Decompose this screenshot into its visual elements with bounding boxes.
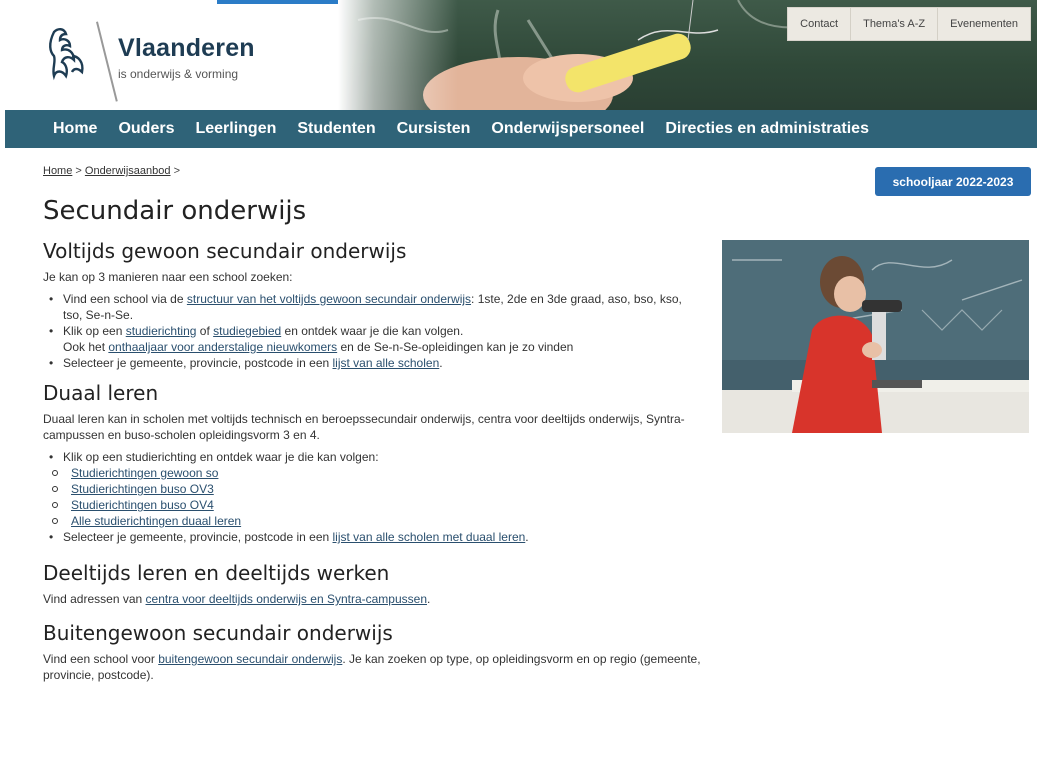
breadcrumb-onderwijsaanbod-link[interactable]: Onderwijsaanbod (85, 165, 171, 177)
list-item: Klik op een studierichting of studiegebi… (43, 323, 703, 355)
studierichtingen-buso-ov4-link[interactable]: Studierichtingen buso OV4 (71, 498, 214, 512)
breadcrumb-separator: > (72, 165, 85, 177)
school-year-button[interactable]: schooljaar 2022-2023 (875, 167, 1031, 196)
nav-item-onderwijspersoneel[interactable]: Onderwijspersoneel (491, 120, 644, 138)
centra-deeltijds-link[interactable]: centra voor deeltijds onderwijs en Syntr… (146, 592, 427, 606)
lijst-scholen-link[interactable]: lijst van alle scholen (333, 356, 440, 370)
list-item: Vind een school via de structuur van het… (43, 291, 703, 323)
nav-item-ouders[interactable]: Ouders (118, 120, 174, 138)
breadcrumb-separator: > (170, 165, 180, 177)
breadcrumb: Home > Onderwijsaanbod > (43, 165, 703, 177)
page-title: Secundair onderwijs (43, 196, 307, 226)
duaal-intro: Duaal leren kan in scholen met voltijds … (43, 412, 685, 442)
alle-studierichtingen-link[interactable]: Alle studierichtingen duaal leren (71, 514, 241, 528)
list-item: Klik op een studierichting en ontdek waa… (43, 449, 703, 529)
main-content: Home > Onderwijsaanbod > Secundair onder… (43, 160, 703, 683)
duaal-list: Klik op een studierichting en ontdek waa… (43, 449, 703, 545)
list-item: Alle studierichtingen duaal leren (43, 513, 703, 529)
student-microscope-photo (722, 240, 1029, 433)
list-item: Studierichtingen buso OV4 (43, 497, 703, 513)
structuur-link[interactable]: structuur van het voltijds gewoon secund… (187, 292, 471, 306)
nav-item-studenten[interactable]: Studenten (297, 120, 375, 138)
nav-item-home[interactable]: Home (53, 120, 97, 138)
vlaanderen-logo[interactable]: Vlaanderen is onderwijs & vorming (44, 21, 304, 102)
section-heading-buitengewoon: Buitengewoon secundair onderwijs (43, 621, 393, 645)
breadcrumb-home-link[interactable]: Home (43, 165, 72, 177)
studierichtingen-buso-ov3-link[interactable]: Studierichtingen buso OV3 (71, 482, 214, 496)
list-item: Studierichtingen gewoon so (43, 465, 703, 481)
buitengewoon-text: Vind een school voor buitengewoon secund… (43, 652, 701, 682)
studierichtingen-gewoon-so-link[interactable]: Studierichtingen gewoon so (71, 466, 218, 480)
contact-link[interactable]: Contact (788, 8, 852, 40)
onthaaljaar-link[interactable]: onthaaljaar voor anderstalige nieuwkomer… (108, 340, 337, 354)
voltijds-list: Vind een school via de structuur van het… (43, 291, 703, 371)
lijst-scholen-duaal-link[interactable]: lijst van alle scholen met duaal leren (333, 530, 526, 544)
flemish-lion-icon (49, 28, 84, 81)
deeltijds-text: Vind adressen van centra voor deeltijds … (43, 592, 431, 606)
duaal-sublist: Studierichtingen gewoon so Studierichtin… (43, 465, 703, 529)
studiegebied-link[interactable]: studiegebied (213, 324, 281, 338)
voltijds-intro: Je kan op 3 manieren naar een school zoe… (43, 270, 293, 284)
list-item: Selecteer je gemeente, provincie, postco… (43, 529, 703, 545)
nav-item-leerlingen[interactable]: Leerlingen (195, 120, 276, 138)
nav-item-directies[interactable]: Directies en administraties (665, 120, 869, 138)
list-item: Studierichtingen buso OV3 (43, 481, 703, 497)
buitengewoon-link[interactable]: buitengewoon secundair onderwijs (158, 652, 342, 666)
logo-title: Vlaanderen (118, 34, 255, 62)
studierichting-link[interactable]: studierichting (126, 324, 197, 338)
main-nav: Home Ouders Leerlingen Studenten Cursist… (5, 110, 1037, 148)
section-heading-deeltijds: Deeltijds leren en deeltijds werken (43, 561, 390, 585)
section-heading-voltijds: Voltijds gewoon secundair onderwijs (43, 239, 407, 263)
logo-divider (96, 21, 118, 102)
themas-az-link[interactable]: Thema's A-Z (851, 8, 939, 40)
evenementen-link[interactable]: Evenementen (938, 8, 1030, 40)
site-header: Vlaanderen is onderwijs & vorming Contac… (0, 0, 1037, 110)
nav-item-cursisten[interactable]: Cursisten (397, 120, 471, 138)
section-heading-duaal: Duaal leren (43, 381, 159, 405)
top-links: Contact Thema's A-Z Evenementen (787, 7, 1031, 41)
list-item: Selecteer je gemeente, provincie, postco… (43, 355, 703, 371)
logo-subtitle: is onderwijs & vorming (118, 67, 239, 81)
